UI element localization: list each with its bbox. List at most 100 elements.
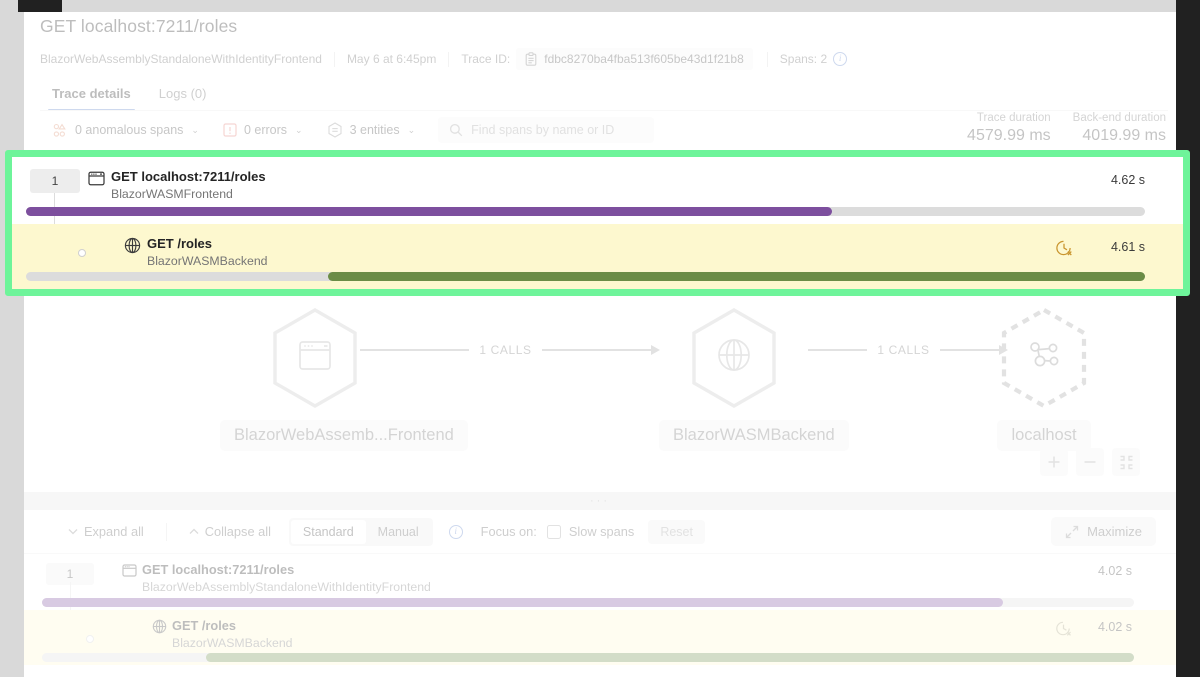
browser-window-icon — [300, 342, 330, 369]
trace-metadata: BlazorWebAssemblyStandaloneWithIdentityF… — [40, 48, 1170, 70]
slow-spans-label: Slow spans — [569, 524, 634, 539]
search-icon — [449, 123, 463, 137]
span-timeline-track — [26, 272, 1145, 281]
reset-button[interactable]: Reset — [648, 520, 705, 544]
service-node-localhost[interactable]: localhost — [969, 306, 1119, 451]
search-input[interactable]: Find spans by name or ID — [438, 117, 654, 143]
trace-id-chip[interactable]: fdbc8270ba4fba513f605be43d1f21b8 — [516, 48, 753, 70]
chevron-up-icon — [189, 528, 199, 535]
trace-header: GET localhost:7211/roles BlazorWebAssemb… — [40, 16, 1170, 70]
window-top-nub — [18, 0, 62, 12]
trace-timestamp: May 6 at 6:45pm — [335, 52, 448, 66]
globe-icon — [124, 237, 141, 254]
span-duration: 4.02 s — [1098, 620, 1132, 634]
mode-manual-button[interactable]: Manual — [366, 520, 431, 544]
span-service: BlazorWASMBackend — [172, 636, 293, 650]
info-icon[interactable]: i — [833, 52, 847, 66]
window-right-rail — [1176, 0, 1200, 677]
browser-window-icon — [88, 170, 105, 187]
filter-toolbar: 0 anomalous spans ⌄ 0 errors ⌄ — [44, 117, 654, 143]
view-mode-toggle: Standard Manual — [289, 518, 433, 546]
trace-duration-label: Trace duration — [967, 112, 1051, 124]
panel-resizer[interactable]: ··· — [24, 492, 1176, 510]
span-index-badge: 1 — [30, 169, 80, 193]
clipboard-icon — [525, 52, 537, 66]
network-nodes-icon — [1031, 343, 1058, 366]
trace-id-label: Trace ID: — [449, 52, 510, 66]
resizer-dots: ··· — [590, 495, 610, 507]
slow-spans-checkbox[interactable] — [547, 525, 561, 539]
service-node-label: BlazorWebAssemb...Frontend — [220, 420, 468, 451]
span-timeline-bar — [206, 653, 1134, 662]
table-row[interactable]: GET /roles BlazorWASMBackend 4.02 s — [24, 610, 1176, 665]
spans-toolbar: Expand all Collapse all Standard Manual … — [24, 510, 1176, 554]
span-name: GET localhost:7211/roles — [111, 169, 266, 184]
chevron-down-icon — [68, 528, 78, 535]
tab-logs[interactable]: Logs (0) — [147, 78, 219, 111]
anomalous-spans-label: 0 anomalous spans — [75, 123, 183, 137]
service-edge-1: 1 CALLS — [360, 343, 660, 357]
entities-label: 3 entities — [350, 123, 400, 137]
tab-trace-details[interactable]: Trace details — [40, 78, 143, 111]
edge-label: 1 CALLS — [867, 343, 939, 357]
maximize-label: Maximize — [1087, 524, 1142, 539]
span-duration: 4.62 s — [1111, 173, 1145, 187]
maximize-button[interactable]: Maximize — [1051, 517, 1156, 546]
span-timeline-track — [42, 598, 1134, 607]
span-service: BlazorWASMBackend — [147, 254, 268, 268]
mode-standard-button[interactable]: Standard — [291, 520, 366, 544]
service-map[interactable]: BlazorWebAssemb...Frontend 1 CALLS — [24, 296, 1176, 492]
errors-filter[interactable]: 0 errors ⌄ — [214, 118, 312, 142]
service-node-backend[interactable]: BlazorWASMBackend — [659, 306, 809, 451]
search-placeholder: Find spans by name or ID — [471, 123, 614, 137]
expand-all-button[interactable]: Expand all — [60, 519, 152, 544]
collapse-all-label: Collapse all — [205, 524, 271, 539]
expand-all-label: Expand all — [84, 524, 144, 539]
spans-count: Spans: 2 — [768, 52, 827, 66]
graph-zoom-controls — [1040, 448, 1140, 476]
clock-x-icon — [1055, 620, 1072, 637]
service-node-frontend[interactable]: BlazorWebAssemb...Frontend — [220, 306, 410, 451]
service-node-label: localhost — [997, 420, 1090, 451]
span-duration: 4.61 s — [1111, 240, 1145, 254]
span-timeline-bar — [42, 598, 1003, 607]
fit-view-button[interactable] — [1112, 448, 1140, 476]
info-icon[interactable]: i — [449, 525, 463, 539]
highlighted-spans-region: 1 GET localhost:7211/roles BlazorWASMFro… — [5, 150, 1190, 296]
span-service: BlazorWASMFrontend — [111, 187, 233, 201]
trace-tabs: Trace details Logs (0) — [40, 78, 218, 111]
collapse-all-button[interactable]: Collapse all — [181, 519, 279, 544]
anomaly-dots-icon — [53, 123, 68, 138]
backend-duration-block: Back-end duration 4019.99 ms — [1073, 112, 1166, 145]
anomalous-spans-filter[interactable]: 0 anomalous spans ⌄ — [44, 118, 208, 143]
span-timeline-bar — [328, 272, 1145, 281]
globe-icon — [719, 340, 749, 370]
errors-label: 0 errors — [244, 123, 287, 137]
edge-label: 1 CALLS — [469, 343, 541, 357]
table-row[interactable]: 1 GET localhost:7211/roles BlazorWASMFro… — [12, 157, 1183, 224]
span-timeline-track — [26, 207, 1145, 216]
browser-window-icon — [122, 563, 137, 578]
span-name: GET /roles — [172, 618, 236, 633]
app-name: BlazorWebAssemblyStandaloneWithIdentityF… — [40, 52, 334, 66]
entity-hex-icon — [327, 122, 343, 138]
span-timeline-track — [42, 653, 1134, 662]
backend-duration-label: Back-end duration — [1073, 112, 1166, 124]
duration-summary: Trace duration 4579.99 ms Back-end durat… — [967, 112, 1166, 145]
zoom-out-button[interactable] — [1076, 448, 1104, 476]
table-row[interactable]: GET /roles BlazorWASMBackend 4.61 s — [12, 224, 1183, 289]
toolbar-divider — [166, 523, 167, 541]
clock-x-icon[interactable] — [1055, 239, 1073, 257]
trace-id-value: fdbc8270ba4fba513f605be43d1f21b8 — [544, 52, 744, 66]
node-hex-frontend — [220, 306, 410, 410]
entities-filter[interactable]: 3 entities ⌄ — [318, 117, 425, 143]
table-row[interactable]: 1 GET localhost:7211/roles BlazorWebAsse… — [24, 554, 1176, 610]
service-node-label: BlazorWASMBackend — [659, 420, 849, 451]
zoom-in-button[interactable] — [1040, 448, 1068, 476]
node-hex-localhost — [969, 306, 1119, 410]
node-hex-backend — [659, 306, 809, 410]
page-title: GET localhost:7211/roles — [40, 16, 1170, 37]
trace-duration-block: Trace duration 4579.99 ms — [967, 112, 1051, 145]
chevron-down-icon: ⌄ — [191, 125, 199, 136]
window-left-gutter — [0, 0, 24, 677]
